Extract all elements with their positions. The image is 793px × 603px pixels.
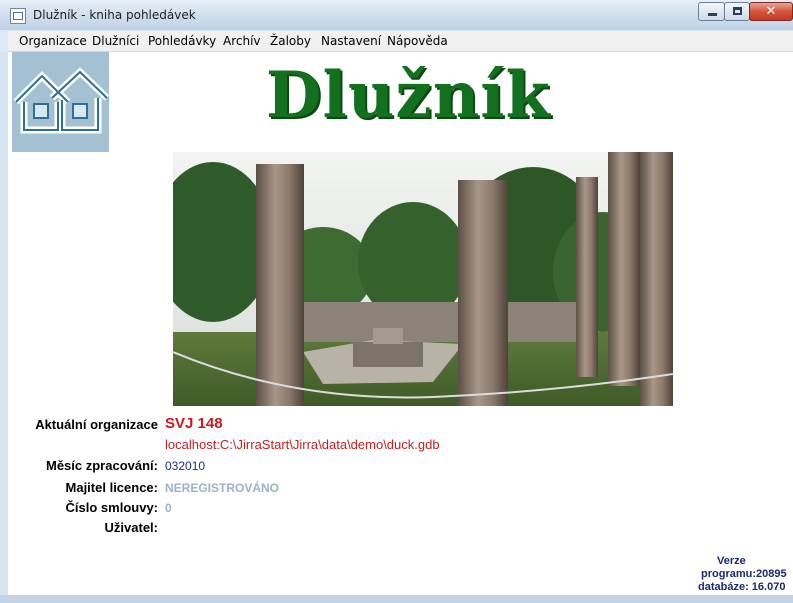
- house-logo-icon: [12, 52, 110, 152]
- window-title: Dlužník - kniha pohledávek: [33, 8, 196, 22]
- month-value: 032010: [165, 459, 206, 473]
- minimize-icon: [708, 13, 717, 16]
- menu-napoveda[interactable]: Nápověda: [387, 34, 448, 48]
- version-heading: Verze: [717, 555, 746, 567]
- window-left-border: [0, 52, 8, 603]
- menu-dluznici[interactable]: Dlužníci: [92, 34, 139, 48]
- minimize-button[interactable]: [698, 2, 725, 21]
- contract-label: Číslo smlouvy:: [65, 500, 158, 515]
- menu-zaloby[interactable]: Žaloby: [270, 34, 311, 48]
- app-heading: Dlužník: [266, 58, 551, 133]
- main-panel: Dlužník Aktuální organizace SVJ 148 loca…: [8, 52, 793, 595]
- contract-value: 0: [165, 501, 172, 515]
- organization-label: Aktuální organizace: [35, 417, 158, 432]
- version-program: programu:20895: [701, 568, 787, 580]
- user-label: Uživatel:: [104, 520, 158, 535]
- menu-bar: Organizace Dlužníci Pohledávky Archív Ža…: [8, 31, 793, 52]
- menu-nastaveni[interactable]: Nastavení: [321, 34, 381, 48]
- database-path: localhost:C:\JirraStart\Jirra\data\demo\…: [165, 437, 440, 452]
- menu-organizace[interactable]: Organizace: [19, 34, 87, 48]
- organization-value: SVJ 148: [165, 415, 223, 432]
- menu-pohledavky[interactable]: Pohledávky: [148, 34, 216, 48]
- month-label: Měsíc zpracování:: [46, 458, 158, 473]
- maximize-icon: [733, 7, 742, 15]
- maximize-button[interactable]: [724, 2, 750, 21]
- window-bottom-border: [0, 595, 793, 603]
- version-database: databáze: 16.070: [698, 581, 786, 593]
- title-bar[interactable]: Dlužník - kniha pohledávek ✕: [0, 0, 793, 30]
- application-window: Dlužník - kniha pohledávek ✕ Organizace …: [0, 0, 793, 603]
- app-icon[interactable]: [10, 8, 26, 24]
- menu-archiv[interactable]: Archív: [223, 34, 261, 48]
- close-icon: ✕: [765, 4, 777, 19]
- ruins-photo: [153, 152, 674, 406]
- licence-value: NEREGISTROVÁNO: [165, 481, 280, 495]
- licence-label: Majitel licence:: [65, 480, 158, 495]
- close-button[interactable]: ✕: [749, 2, 793, 21]
